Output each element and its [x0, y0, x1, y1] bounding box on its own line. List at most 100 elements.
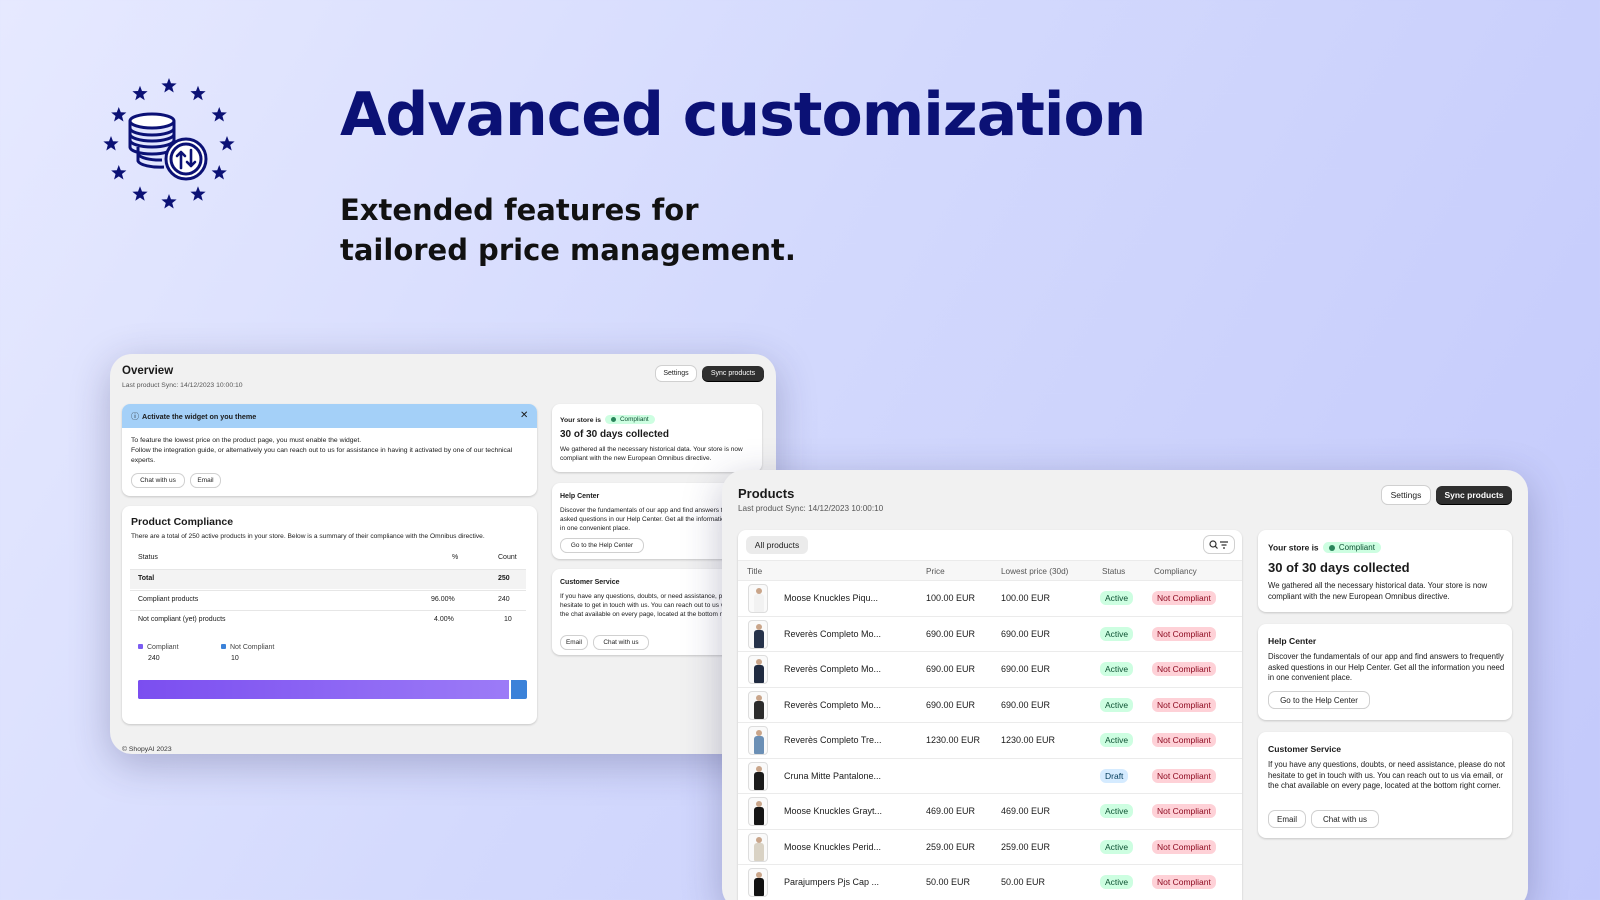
table-row: Total 250: [130, 569, 526, 589]
settings-button[interactable]: Settings: [656, 366, 696, 381]
product-lowest-price: 469.00 EUR: [1001, 806, 1051, 816]
days-collected-heading: 30 of 30 days collected: [1268, 560, 1410, 575]
banner-line-1: To feature the lowest price on the produ…: [131, 437, 362, 444]
product-thumbnail: [748, 797, 768, 826]
email-button[interactable]: Email: [561, 636, 587, 649]
header-title: Title: [747, 567, 763, 576]
product-title[interactable]: Cruna Mitte Pantalone...: [784, 771, 881, 781]
customer-service-title: Customer Service: [1268, 744, 1342, 754]
compliancy-badge: Not Compliant: [1152, 662, 1216, 676]
chat-with-us-button[interactable]: Chat with us: [1312, 811, 1378, 827]
product-title[interactable]: Moose Knuckles Perid...: [784, 842, 881, 852]
row-status: Not compliant (yet) products: [138, 616, 226, 623]
product-title[interactable]: Reverès Completo Mo...: [784, 664, 881, 674]
compliance-progress-bar: [138, 680, 527, 699]
settings-button[interactable]: Settings: [1382, 486, 1430, 504]
product-title[interactable]: Moose Knuckles Grayt...: [784, 806, 882, 816]
star-icon: [111, 107, 127, 122]
help-center-button[interactable]: Go to the Help Center: [561, 539, 643, 552]
row-count: 240: [498, 596, 510, 603]
product-lowest-price: 690.00 EUR: [1001, 628, 1051, 639]
last-sync-text: Last product Sync: 14/12/2023 10:00:10: [122, 382, 243, 389]
product-lowest-price: 1230.00 EUR: [1001, 735, 1056, 745]
star-icon: [103, 136, 119, 151]
legend-not-compliant: Not Compliant: [221, 644, 274, 651]
table-row[interactable]: Moose Knuckles Piqu... 100.00 EUR 100.00 E…: [738, 580, 1242, 616]
last-sync-text: Last product Sync: 14/12/2023 10:00:10: [738, 504, 884, 513]
sync-products-button[interactable]: Sync products: [702, 366, 764, 381]
products-window: Products Last product Sync: 14/12/2023 1…: [722, 470, 1528, 900]
email-button[interactable]: Email: [191, 474, 220, 487]
chat-with-us-button[interactable]: Chat with us: [132, 474, 184, 487]
compliancy-badge: Not Compliant: [1152, 804, 1216, 818]
legend-swatch: [138, 644, 143, 649]
product-thumbnail: [748, 868, 768, 897]
compliance-title: Product Compliance: [131, 516, 234, 528]
star-icon: [161, 78, 177, 93]
table-row[interactable]: Moose Knuckles Perid... 259.00 EUR 259.00 …: [738, 828, 1242, 865]
product-title[interactable]: Parajumpers Pjs Cap ...: [784, 877, 879, 887]
sync-products-button[interactable]: Sync products: [1436, 486, 1512, 504]
star-icon: [211, 107, 227, 122]
compliancy-badge: Not Compliant: [1152, 733, 1216, 747]
product-title[interactable]: Reverès Completo Mo...: [784, 700, 881, 710]
star-icon: [132, 85, 148, 101]
search-filter-icon: [1209, 539, 1228, 549]
row-status: Total: [138, 575, 155, 582]
help-center-button[interactable]: Go to the Help Center: [1269, 692, 1369, 708]
star-icon: [190, 85, 206, 101]
status-badge: Active: [1100, 662, 1134, 676]
banner-title: Activate the widget on you theme: [142, 412, 257, 421]
help-center-title: Help Center: [1268, 636, 1317, 646]
table-row[interactable]: Moose Knuckles Grayt... 469.00 EUR 469.00 …: [738, 793, 1242, 829]
product-price: 50.00 EUR: [926, 877, 971, 887]
table-row[interactable]: Reverès Completo Mo... 690.00 EUR 690.00 E…: [738, 651, 1242, 687]
table-row[interactable]: Cruna Mitte Pantalone... Draft Not Complia…: [738, 757, 1242, 794]
product-title[interactable]: Reverès Completo Mo...: [784, 629, 881, 639]
table-row: Not compliant (yet) products 4.00% 10: [130, 610, 526, 630]
customer-service-title: Customer Service: [560, 579, 620, 586]
product-thumbnail: [748, 761, 768, 791]
compliancy-badge: Not Compliant: [1152, 591, 1216, 605]
close-icon[interactable]: ✕: [520, 410, 528, 421]
email-button[interactable]: Email: [1269, 811, 1305, 827]
search-filter-button[interactable]: [1204, 536, 1234, 553]
status-badge: Active: [1100, 804, 1134, 818]
compliance-description: There are a total of 250 active products…: [131, 533, 485, 540]
status-badge: Active: [1100, 733, 1134, 747]
product-lowest-price: 690.00 EUR: [1001, 699, 1051, 710]
status-dot-icon: [1328, 544, 1335, 551]
header-price: Price: [926, 567, 945, 576]
product-price: 690.00 EUR: [926, 664, 976, 674]
table-row[interactable]: Reverès Completo Mo... 690.00 EUR 690.00 E…: [738, 686, 1242, 723]
products-title: Products: [738, 486, 795, 501]
hero-subtitle: Extended features for tailored price man…: [340, 193, 796, 267]
row-count: 10: [504, 616, 512, 623]
table-row[interactable]: Reverès Completo Mo... 690.00 EUR 690.00 E…: [738, 615, 1242, 652]
star-icon: [211, 165, 227, 180]
tab-all-products[interactable]: All products: [746, 536, 808, 554]
customer-service-text: If you have any questions, doubts, or ne…: [1268, 760, 1506, 790]
star-icon: [190, 186, 206, 201]
product-thumbnail: [748, 726, 768, 755]
table-row[interactable]: Reverès Completo Tre... 1230.00 EUR 1230.0…: [738, 722, 1242, 758]
status-badge: Active: [1100, 839, 1134, 854]
header-lowest-price: Lowest price (30d): [1001, 567, 1069, 576]
row-status: Compliant products: [138, 596, 199, 603]
product-thumbnail: [748, 655, 768, 684]
product-title[interactable]: Reverès Completo Tre...: [784, 735, 882, 745]
table-row[interactable]: Parajumpers Pjs Cap ... 50.00 EUR 50.00 EU…: [738, 864, 1242, 900]
store-status-card: Your store is Compliant 30 of 30 days co…: [552, 404, 762, 472]
header-status: Status: [138, 554, 158, 561]
store-status-card: Your store is Compliant 30 of 30 days co…: [1258, 530, 1512, 612]
hero-title: Advanced customization: [340, 80, 1146, 150]
chat-with-us-button[interactable]: Chat with us: [594, 636, 648, 649]
legend-compliant: Compliant: [138, 644, 179, 651]
legend-swatch: [221, 644, 226, 649]
status-badge: Active: [1100, 875, 1134, 889]
product-price: 1230.00 EUR: [926, 735, 981, 745]
eu-coins-logo-icon: [98, 76, 240, 218]
star-icon: [111, 165, 127, 180]
status-badge: Draft: [1100, 768, 1129, 783]
product-title[interactable]: Moose Knuckles Piqu...: [784, 593, 878, 603]
